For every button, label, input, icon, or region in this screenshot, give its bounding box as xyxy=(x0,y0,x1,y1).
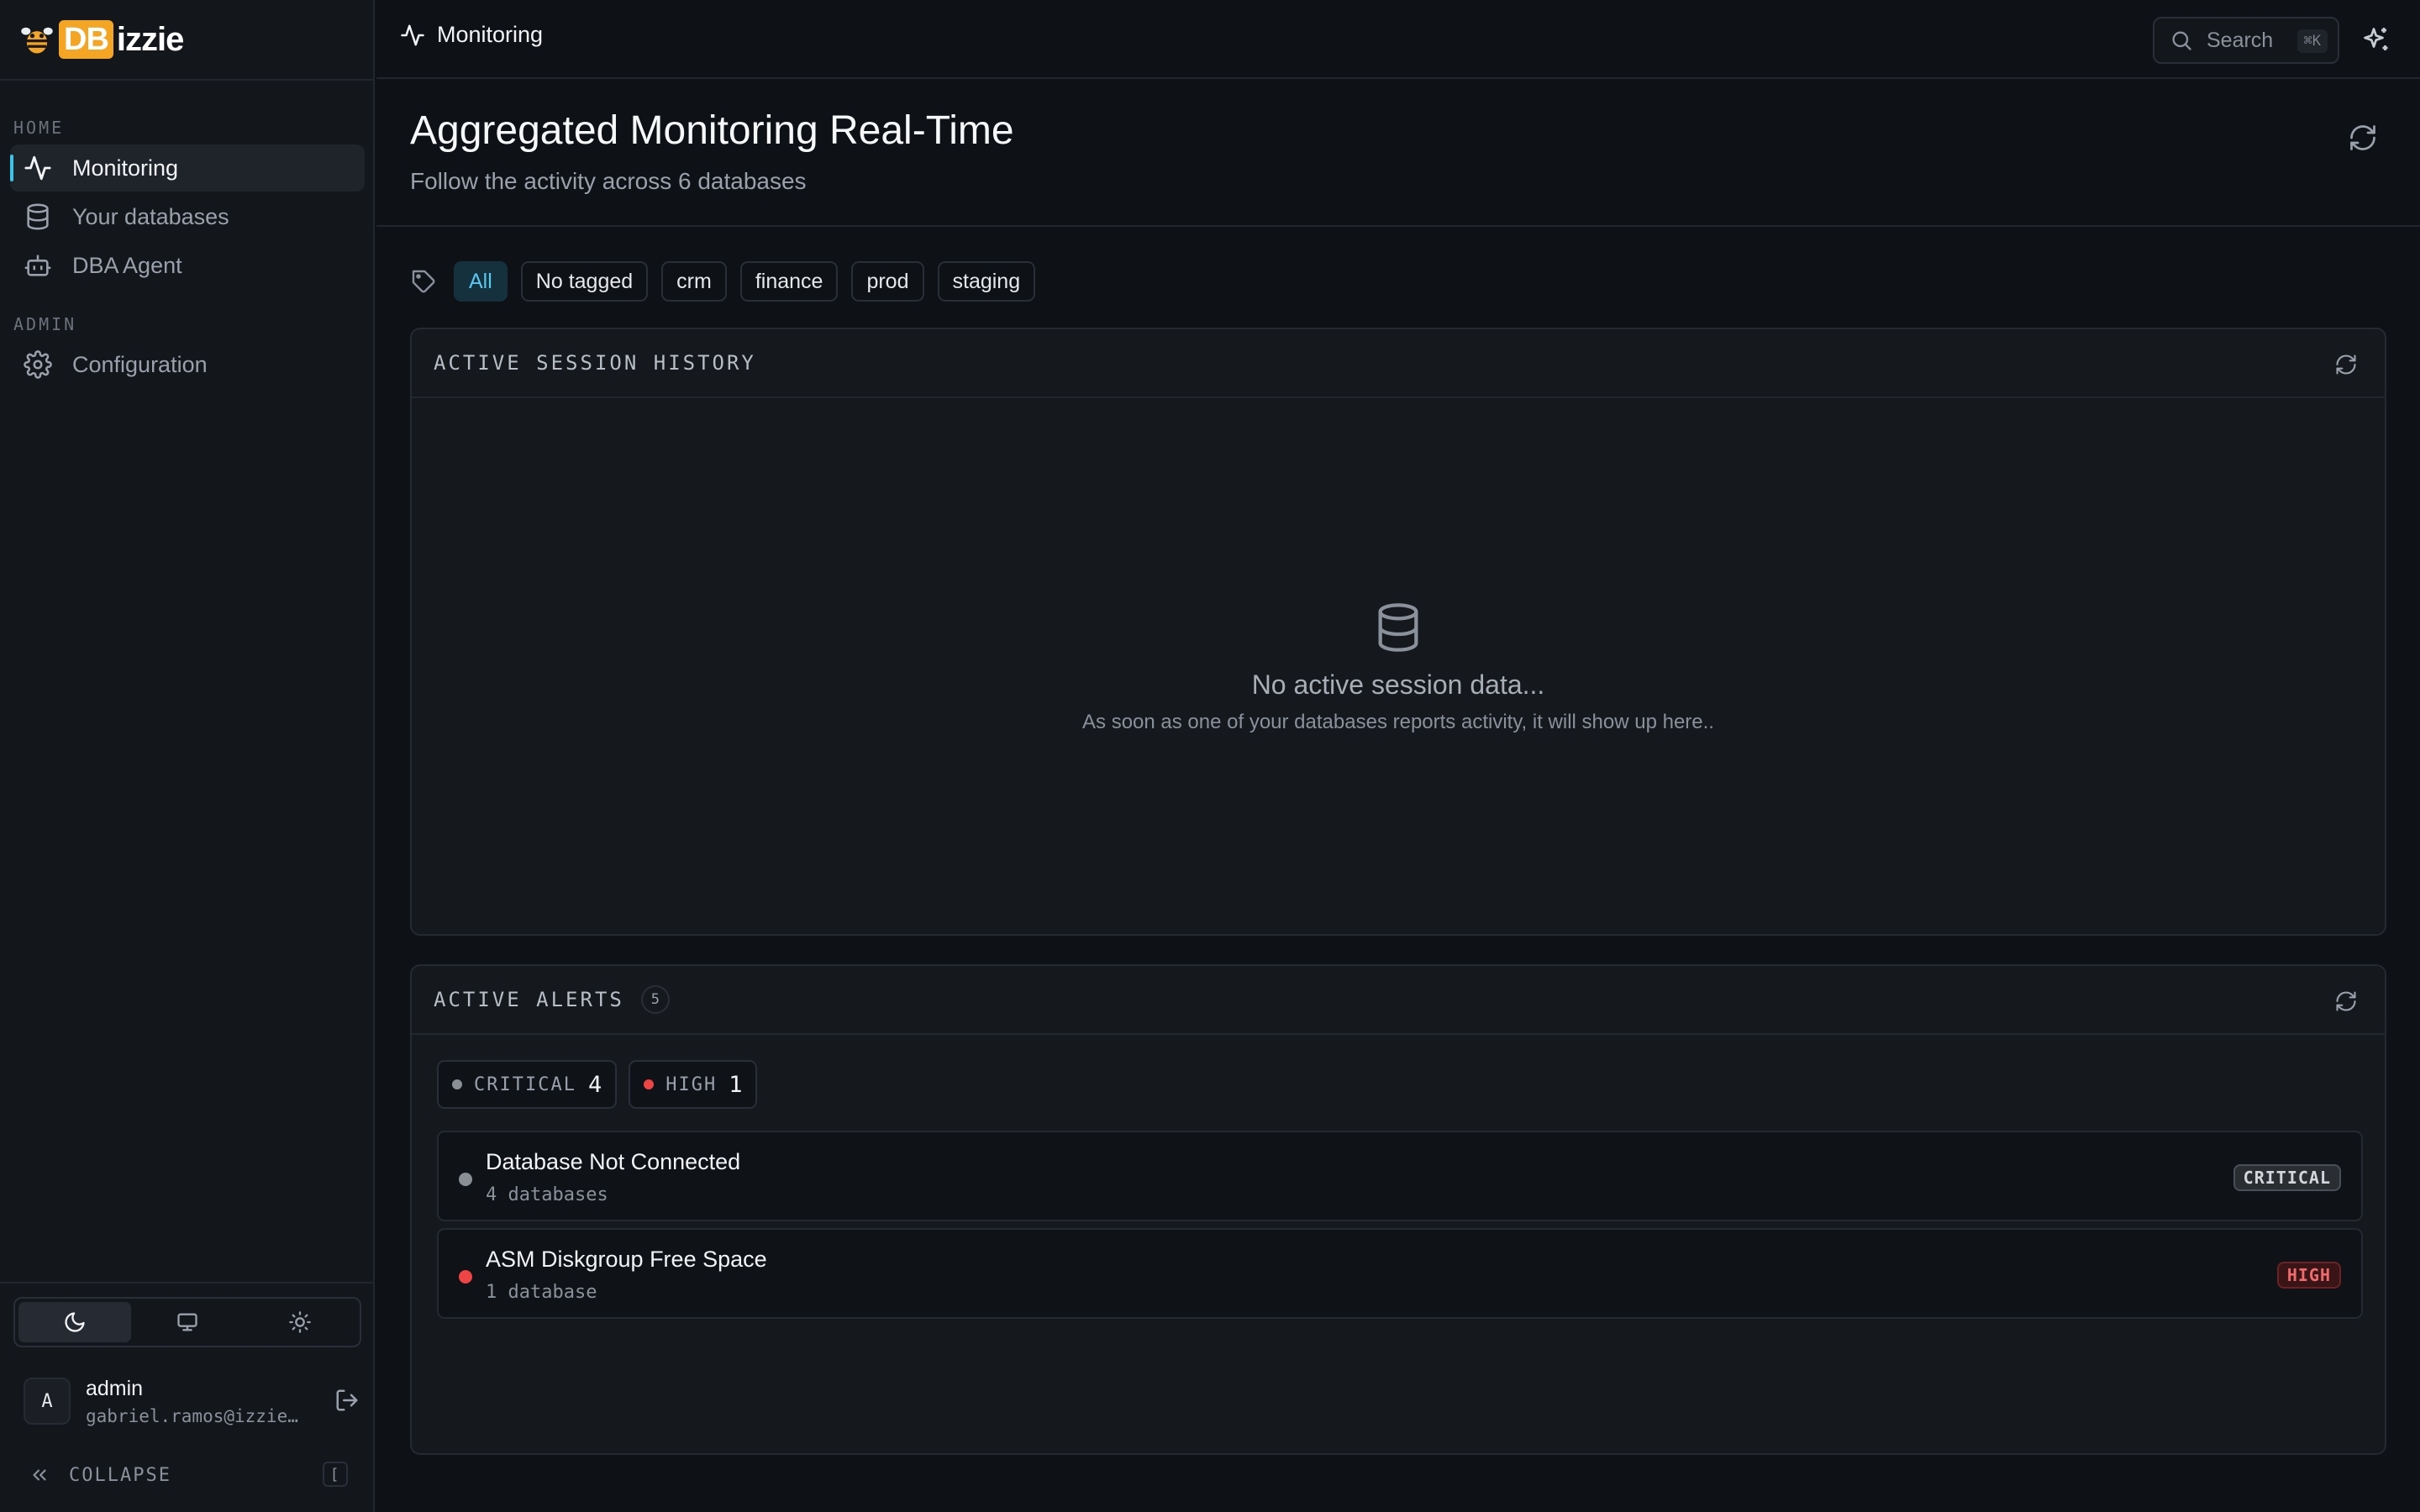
collapse-shortcut: [ xyxy=(323,1462,348,1487)
refresh-icon[interactable] xyxy=(2334,353,2358,376)
sidebar-item-label: Configuration xyxy=(72,351,208,377)
panel-title: ACTIVE SESSION HISTORY xyxy=(434,351,756,375)
search-placeholder: Search xyxy=(2207,28,2274,52)
divider xyxy=(0,1282,375,1284)
panel-header: ACTIVE SESSION HISTORY xyxy=(412,329,2385,398)
empty-description: As soon as one of your databases reports… xyxy=(1082,710,1714,733)
alert-row[interactable]: Database Not Connected 4 databases CRITI… xyxy=(437,1131,2363,1221)
sidebar-item-label: Monitoring xyxy=(72,155,179,181)
severity-count: 4 xyxy=(587,1071,602,1098)
sparkles-icon[interactable] xyxy=(2361,25,2391,55)
chevrons-left-icon xyxy=(29,1464,50,1486)
theme-light-button[interactable] xyxy=(244,1302,356,1342)
active-alerts-panel: ACTIVE ALERTS 5 CRITICAL 4 HIGH 1 Databa… xyxy=(410,964,2386,1455)
database-icon xyxy=(24,202,52,231)
status-badge: HIGH xyxy=(2276,1262,2341,1289)
breadcrumb: Monitoring xyxy=(400,22,543,48)
bee-icon xyxy=(18,21,55,58)
alert-subtitle: 1 database xyxy=(486,1282,597,1303)
database-icon xyxy=(1371,601,1425,654)
theme-toggle xyxy=(13,1297,361,1347)
alert-subtitle: 4 databases xyxy=(486,1184,608,1205)
collapse-label: COLLAPSE xyxy=(69,1464,171,1486)
status-dot xyxy=(644,1079,655,1089)
moon-icon xyxy=(63,1310,87,1334)
collapse-button[interactable]: COLLAPSE [ xyxy=(29,1460,348,1490)
topbar: Monitoring Search ⌘K xyxy=(376,0,2420,79)
user-profile: A admin gabriel.ramos@izzie… xyxy=(24,1374,360,1428)
severity-label: CRITICAL xyxy=(474,1074,576,1095)
section-label-admin: ADMIN xyxy=(13,314,77,334)
sidebar: DB izzie HOME Monitoring Your databases … xyxy=(0,0,375,1512)
tag-icon xyxy=(410,268,437,295)
app-logo[interactable]: DB izzie xyxy=(18,18,184,60)
filter-chip-crm[interactable]: crm xyxy=(661,261,727,302)
sidebar-item-configuration[interactable]: Configuration xyxy=(10,341,365,388)
sidebar-item-monitoring[interactable]: Monitoring xyxy=(10,144,365,192)
alert-title: Database Not Connected xyxy=(486,1149,741,1174)
sidebar-item-dba-agent[interactable]: DBA Agent xyxy=(10,242,365,289)
empty-state: No active session data... As soon as one… xyxy=(412,398,2385,936)
breadcrumb-label: Monitoring xyxy=(437,22,544,47)
empty-title: No active session data... xyxy=(1251,669,1545,700)
theme-system-button[interactable] xyxy=(131,1302,244,1342)
theme-dark-button[interactable] xyxy=(18,1302,131,1342)
refresh-icon[interactable] xyxy=(2334,990,2358,1013)
bot-icon xyxy=(24,251,52,280)
filter-chip-prod[interactable]: prod xyxy=(851,261,924,302)
sun-icon xyxy=(288,1310,312,1334)
status-badge: CRITICAL xyxy=(2233,1164,2341,1191)
user-email: gabriel.ramos@izzie… xyxy=(86,1405,298,1426)
divider xyxy=(0,79,375,81)
status-dot xyxy=(459,1270,472,1284)
filter-chip-finance[interactable]: finance xyxy=(739,261,839,302)
session-history-panel: ACTIVE SESSION HISTORY No active session… xyxy=(410,328,2386,936)
status-dot xyxy=(452,1079,462,1089)
search-shortcut: ⌘K xyxy=(2296,29,2328,53)
sidebar-item-label: Your databases xyxy=(72,203,229,229)
logo-badge: DB xyxy=(59,20,113,59)
activity-icon xyxy=(400,23,425,48)
alert-title: ASM Diskgroup Free Space xyxy=(486,1247,767,1272)
severity-count: 1 xyxy=(729,1071,743,1098)
severity-label: HIGH xyxy=(666,1074,718,1095)
panel-title: ACTIVE ALERTS xyxy=(434,988,624,1011)
panel-header: ACTIVE ALERTS 5 xyxy=(412,966,2385,1035)
status-dot xyxy=(459,1173,472,1186)
logout-icon[interactable] xyxy=(334,1388,360,1413)
search-button[interactable]: Search ⌘K xyxy=(2153,17,2339,64)
avatar[interactable]: A xyxy=(24,1378,71,1425)
severity-filter-high[interactable]: HIGH 1 xyxy=(629,1060,758,1109)
sidebar-item-databases[interactable]: Your databases xyxy=(10,193,365,240)
refresh-icon[interactable] xyxy=(2348,123,2378,153)
filter-chip-staging[interactable]: staging xyxy=(937,261,1036,302)
filter-chip-no-tagged[interactable]: No tagged xyxy=(520,261,649,302)
severity-summary: CRITICAL 4 HIGH 1 xyxy=(437,1060,758,1109)
gear-icon xyxy=(24,350,52,379)
divider xyxy=(376,225,2420,227)
severity-filter-critical[interactable]: CRITICAL 4 xyxy=(437,1060,618,1109)
sidebar-item-label: DBA Agent xyxy=(72,252,182,278)
filter-chip-all[interactable]: All xyxy=(454,261,508,302)
search-icon xyxy=(2170,29,2193,52)
tag-filters: All No tagged crm finance prod staging xyxy=(410,260,1036,302)
monitor-icon xyxy=(176,1310,199,1334)
activity-icon xyxy=(24,154,52,182)
alert-row[interactable]: ASM Diskgroup Free Space 1 database HIGH xyxy=(437,1228,2363,1319)
page-title: Aggregated Monitoring Real-Time xyxy=(410,108,1014,153)
alert-count-badge: 5 xyxy=(640,985,670,1014)
page-subtitle: Follow the activity across 6 databases xyxy=(410,168,807,194)
user-name: admin xyxy=(86,1376,144,1400)
section-label-home: HOME xyxy=(13,118,65,138)
logo-text: izzie xyxy=(116,20,184,58)
